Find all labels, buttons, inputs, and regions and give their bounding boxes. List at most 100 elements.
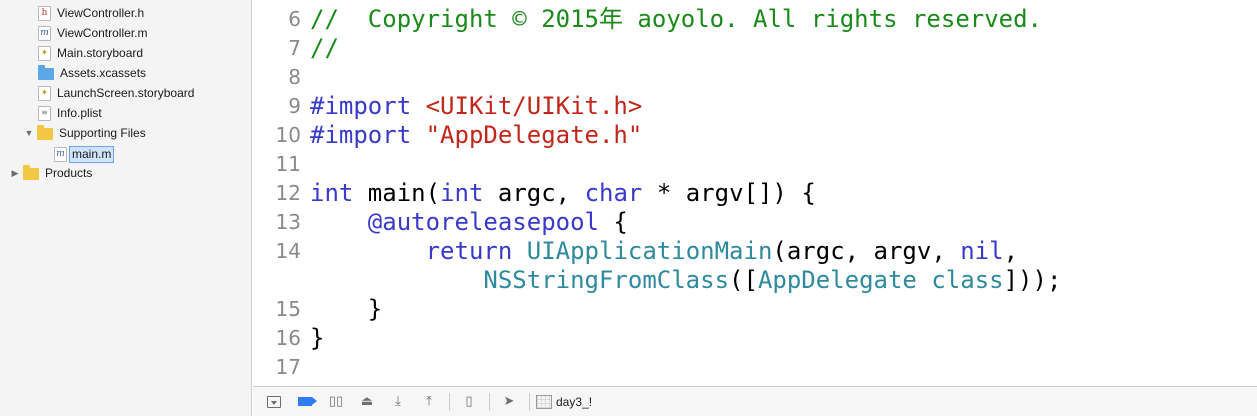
code-line[interactable]: 11	[253, 150, 1257, 179]
code-token: return	[425, 237, 513, 265]
step-out-icon: ⤒	[426, 394, 432, 409]
code-token: UIApplicationMain	[526, 237, 773, 265]
scheme-table-icon	[536, 394, 552, 409]
debug-bar: ▯▯ ⏏ ⤓ ⤒ ▯ ➤ day3_!	[253, 386, 1257, 416]
code-line[interactable]: 8	[253, 63, 1257, 92]
code-token: }	[310, 295, 383, 323]
implementation-file-icon: m	[38, 25, 51, 41]
nav-item-supporting-files[interactable]: ▼ Supporting Files	[24, 123, 146, 143]
line-number: 13	[275, 210, 301, 234]
code-text: }	[310, 295, 382, 324]
code-token: #import	[310, 121, 426, 149]
nav-item-viewcontroller-h[interactable]: h ViewController.h	[38, 3, 144, 23]
code-text: #import <UIKit/UIKit.h>	[310, 92, 642, 121]
plist-file-icon: ≡	[38, 105, 51, 121]
code-text: //	[310, 34, 339, 63]
nav-item-viewcontroller-m[interactable]: m ViewController.m	[38, 23, 147, 43]
line-number: 11	[275, 152, 301, 176]
nav-item-assets[interactable]: Assets.xcassets	[38, 63, 146, 83]
nav-item-label-selected[interactable]: main.m	[69, 145, 115, 163]
nav-item-products[interactable]: ▶ Products	[10, 163, 92, 183]
source-editor[interactable]: 6 // Copyright © 2015年 aoyolo. All rights…	[253, 0, 1257, 386]
nav-item-label: Supporting Files	[59, 126, 146, 140]
nav-item-main-m[interactable]: m main.m	[54, 144, 115, 164]
breakpoints-toggle-button[interactable]	[292, 391, 318, 413]
code-line[interactable]: 6 // Copyright © 2015年 aoyolo. All rights…	[253, 5, 1257, 34]
code-line[interactable]: 10 #import "AppDelegate.h"	[253, 121, 1257, 150]
code-line[interactable]: 16}	[253, 324, 1257, 353]
code-token: nil	[960, 237, 1004, 265]
code-token: {	[598, 208, 628, 236]
view-hierarchy-icon: ▯	[465, 394, 473, 409]
nav-item-label: LaunchScreen.storyboard	[57, 86, 195, 100]
code-token: int	[310, 179, 354, 207]
code-token: NSStringFromClass	[483, 266, 730, 294]
line-number: 16	[275, 326, 301, 350]
view-hierarchy-button[interactable]: ▯	[456, 391, 482, 413]
code-text: @autoreleasepool {	[310, 208, 628, 237]
step-over-icon: ⏏	[360, 394, 374, 409]
header-file-icon: h	[38, 5, 51, 21]
code-token: ([	[729, 266, 758, 294]
code-line[interactable]: 17	[253, 353, 1257, 382]
line-number: 15	[275, 297, 301, 321]
nav-item-label: ViewController.m	[57, 26, 148, 40]
simulate-location-button[interactable]: ➤	[496, 391, 522, 413]
line-number: 17	[275, 355, 301, 379]
toolbar-divider	[489, 392, 490, 411]
code-token: #import	[310, 92, 426, 120]
step-over-button[interactable]: ⏏	[354, 391, 380, 413]
code-token: // Copyright © 2015年 aoyolo. All rights …	[310, 5, 1043, 33]
code-line[interactable]: 15 }	[253, 295, 1257, 324]
code-line[interactable]: 13 @autoreleasepool {	[253, 208, 1257, 237]
line-number: 12	[275, 181, 301, 205]
disclosure-collapsed-icon[interactable]: ▶	[10, 168, 20, 179]
pause-continue-button[interactable]: ▯▯	[323, 391, 349, 413]
nav-item-main-storyboard[interactable]: ✦ Main.storyboard	[38, 43, 143, 63]
hide-debug-area-icon	[267, 395, 281, 408]
code-token: }	[310, 324, 325, 352]
step-into-button[interactable]: ⤓	[385, 391, 411, 413]
code-line[interactable]: 9 #import <UIKit/UIKit.h>	[253, 92, 1257, 121]
breakpoint-icon	[298, 397, 317, 406]
nav-item-info-plist[interactable]: ≡ Info.plist	[38, 103, 102, 123]
code-token: "AppDelegate.h"	[425, 121, 643, 149]
location-arrow-icon: ➤	[503, 394, 515, 409]
code-token: int	[440, 179, 484, 207]
folder-icon	[37, 125, 53, 140]
code-token: @autoreleasepool	[367, 208, 599, 236]
disclosure-expanded-icon[interactable]: ▼	[24, 128, 34, 138]
code-line[interactable]: 7 //	[253, 34, 1257, 63]
storyboard-file-icon: ✦	[38, 85, 51, 101]
hide-debug-area-button[interactable]	[261, 391, 287, 413]
nav-item-launchscreen-storyboard[interactable]: ✦ LaunchScreen.storyboard	[38, 83, 194, 103]
nav-item-label: Assets.xcassets	[60, 66, 147, 80]
code-line[interactable]: 14 return UIApplicationMain(argc, argv, …	[253, 237, 1257, 266]
line-number: 7	[288, 36, 301, 60]
assets-folder-icon	[38, 65, 54, 80]
code-text: // Copyright © 2015年 aoyolo. All rights …	[310, 5, 1042, 34]
code-token: <UIKit/UIKit.h>	[425, 92, 643, 120]
code-token: main(	[353, 179, 441, 207]
storyboard-file-icon: ✦	[38, 45, 51, 61]
code-token: ,	[1003, 237, 1019, 265]
pause-icon: ▯▯	[328, 394, 344, 409]
implementation-file-icon: m	[54, 146, 67, 162]
code-line[interactable]: 12 int main(int argc, char * argv[]) {	[253, 179, 1257, 208]
code-line[interactable]: NSStringFromClass([AppDelegate class]));	[253, 266, 1257, 295]
code-text: }	[310, 324, 324, 353]
folder-icon	[23, 165, 39, 180]
code-text: #import "AppDelegate.h"	[310, 121, 642, 150]
line-number: 9	[288, 94, 301, 118]
code-token: ]));	[1003, 266, 1062, 294]
scheme-label[interactable]: day3_!	[556, 395, 592, 409]
line-number: 8	[288, 65, 301, 89]
step-out-button[interactable]: ⤒	[416, 391, 442, 413]
code-token: argc,	[483, 179, 585, 207]
code-token: * argv[]) {	[642, 179, 816, 207]
line-number: 14	[275, 239, 301, 263]
